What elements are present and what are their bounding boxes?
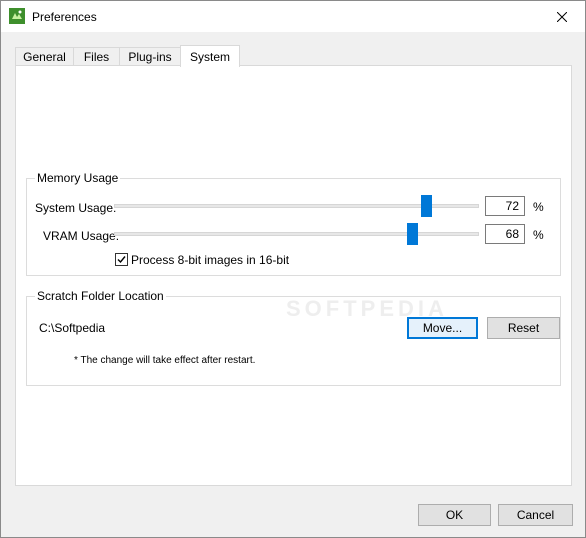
system-usage-slider-thumb[interactable] [421, 195, 432, 217]
window-title: Preferences [32, 10, 97, 24]
process-8bit-checkbox[interactable] [115, 253, 128, 266]
tab-general-label: General [23, 50, 66, 64]
checkmark-icon [117, 256, 126, 264]
tab-files[interactable]: Files [73, 47, 120, 66]
tab-system-label: System [189, 49, 230, 64]
title-bar[interactable]: Preferences [1, 1, 585, 32]
memory-usage-group: Memory Usage System Usage: 72 % VRAM Usa… [26, 171, 561, 276]
reset-button-label: Reset [507, 321, 540, 335]
vram-usage-slider-track[interactable] [114, 232, 479, 236]
scratch-folder-path: C:\Softpedia [39, 321, 106, 335]
vram-usage-label: VRAM Usage: [43, 229, 120, 243]
cancel-button[interactable]: Cancel [498, 504, 573, 526]
system-tab-panel: SOFTPEDIA Memory Usage System Usage: 72 … [15, 65, 572, 486]
vram-usage-input[interactable]: 68 [485, 224, 525, 244]
vram-usage-unit: % [533, 228, 544, 242]
system-usage-unit: % [533, 200, 544, 214]
tab-general[interactable]: General [15, 47, 74, 66]
app-icon [9, 8, 25, 24]
scratch-folder-label: Scratch Folder Location [35, 289, 166, 303]
preferences-window: Preferences General Files Plug-ins Syste… [0, 0, 586, 538]
tab-system[interactable]: System [180, 45, 240, 67]
move-button-label: Move... [422, 321, 463, 335]
memory-usage-label: Memory Usage [35, 171, 121, 185]
restart-note: * The change will take effect after rest… [74, 355, 256, 366]
tab-plug-ins[interactable]: Plug-ins [119, 47, 181, 66]
process-8bit-label: Process 8-bit images in 16-bit [131, 253, 290, 267]
cancel-button-label: Cancel [516, 508, 555, 522]
reset-button[interactable]: Reset [487, 317, 560, 339]
scratch-folder-group: Scratch Folder Location C:\Softpedia Mov… [26, 289, 561, 386]
close-button[interactable] [539, 1, 585, 32]
ok-button[interactable]: OK [418, 504, 491, 526]
move-button[interactable]: Move... [407, 317, 478, 339]
vram-usage-slider-thumb[interactable] [407, 223, 418, 245]
tab-plug-ins-label: Plug-ins [128, 50, 172, 64]
system-usage-label: System Usage: [35, 201, 117, 215]
close-icon [557, 11, 567, 22]
system-usage-input[interactable]: 72 [485, 196, 525, 216]
tab-files-label: Files [83, 50, 110, 64]
ok-button-label: OK [445, 508, 464, 522]
